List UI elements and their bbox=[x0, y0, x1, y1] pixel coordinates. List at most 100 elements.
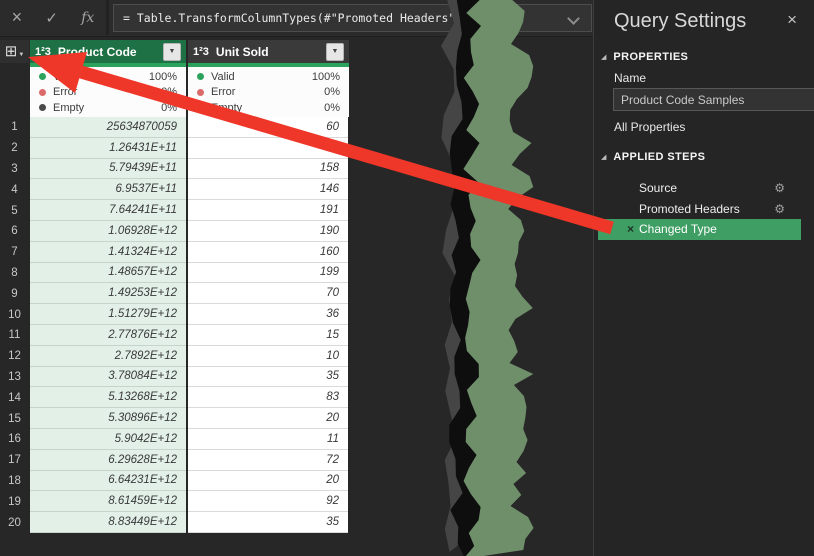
unit-sold-cell[interactable]: 72 bbox=[188, 450, 348, 471]
formula-toolbar-buttons: × ✓ fx bbox=[0, 0, 109, 35]
quality-value: 100% bbox=[149, 71, 177, 83]
row-number[interactable]: 15 bbox=[0, 408, 29, 429]
row-number[interactable]: 3 bbox=[0, 159, 29, 180]
product-code-cell[interactable]: 25634870059 bbox=[30, 117, 186, 138]
unit-sold-cell[interactable]: 36 bbox=[188, 304, 348, 325]
applied-steps-list: Source ⚙ Promoted Headers ⚙ × Changed Ty… bbox=[598, 178, 801, 240]
name-label: Name bbox=[614, 71, 646, 85]
product-code-cell[interactable]: 1.48657E+12 bbox=[30, 263, 186, 284]
product-code-cell[interactable]: 5.9042E+12 bbox=[30, 429, 186, 450]
unit-sold-cell[interactable]: 11 bbox=[188, 429, 348, 450]
row-number[interactable]: 17 bbox=[0, 450, 29, 471]
row-number[interactable]: 19 bbox=[0, 491, 29, 512]
unit-sold-cell[interactable]: 35 bbox=[188, 367, 348, 388]
product-code-cell[interactable]: 6.29628E+12 bbox=[30, 450, 186, 471]
column-quality-stats-unit-sold: Valid 100% Error 0% Empty 0% bbox=[188, 67, 349, 117]
panel-title: Query Settings bbox=[614, 10, 746, 33]
column-filter-dropdown[interactable]: ▼ bbox=[326, 43, 344, 61]
row-number[interactable]: 10 bbox=[0, 304, 29, 325]
quality-error-row: Error 0% bbox=[188, 85, 349, 101]
product-code-cell[interactable]: 8.83449E+12 bbox=[30, 512, 186, 533]
row-number[interactable]: 1 bbox=[0, 117, 29, 138]
product-code-cell[interactable]: 7.64241E+11 bbox=[30, 200, 186, 221]
row-number[interactable]: 8 bbox=[0, 263, 29, 284]
product-code-cell[interactable]: 2.77876E+12 bbox=[30, 325, 186, 346]
product-code-cell[interactable]: 1.06928E+12 bbox=[30, 221, 186, 242]
row-number[interactable]: 5 bbox=[0, 200, 29, 221]
column-filter-dropdown[interactable]: ▼ bbox=[163, 43, 181, 61]
product-code-cell[interactable]: 3.78084E+12 bbox=[30, 367, 186, 388]
product-code-cell[interactable]: 2.7892E+12 bbox=[30, 346, 186, 367]
unit-sold-cell[interactable]: 70 bbox=[188, 283, 348, 304]
applied-step-changed-type[interactable]: × Changed Type bbox=[598, 219, 801, 240]
row-number[interactable]: 7 bbox=[0, 242, 29, 263]
product-code-cell[interactable]: 5.13268E+12 bbox=[30, 387, 186, 408]
product-code-cell[interactable]: 6.9537E+11 bbox=[30, 179, 186, 200]
row-number[interactable]: 12 bbox=[0, 346, 29, 367]
applied-steps-section-header[interactable]: ◢ APPLIED STEPS bbox=[601, 151, 705, 163]
product-code-cell[interactable]: 5.30896E+12 bbox=[30, 408, 186, 429]
unit-sold-cell[interactable]: 160 bbox=[188, 242, 348, 263]
product-code-cell[interactable]: 5.79439E+11 bbox=[30, 159, 186, 180]
quality-value: 100% bbox=[312, 71, 340, 83]
unit-sold-cell[interactable]: 20 bbox=[188, 138, 348, 159]
applied-step-source[interactable]: Source ⚙ bbox=[598, 178, 801, 199]
unit-sold-cell[interactable]: 20 bbox=[188, 408, 348, 429]
formula-input[interactable]: = Table.TransformColumnTypes(#"Promoted … bbox=[113, 4, 592, 32]
product-code-cell[interactable]: 1.51279E+12 bbox=[30, 304, 186, 325]
cancel-icon[interactable]: × bbox=[12, 7, 23, 28]
unit-sold-cell[interactable]: 92 bbox=[188, 491, 348, 512]
unit-sold-cell[interactable]: 10 bbox=[188, 346, 348, 367]
properties-section-header[interactable]: ◢ PROPERTIES bbox=[601, 51, 688, 63]
product-code-cell[interactable]: 1.49253E+12 bbox=[30, 283, 186, 304]
row-number[interactable]: 6 bbox=[0, 221, 29, 242]
unit-sold-cell[interactable]: 35 bbox=[188, 512, 348, 533]
table-corner-button[interactable]: ⊞ ▼ bbox=[0, 40, 29, 63]
product-code-cell[interactable]: 6.64231E+12 bbox=[30, 471, 186, 492]
quality-label: Valid bbox=[53, 71, 77, 83]
column-header-unit-sold[interactable]: 1²3 Unit Sold ▼ bbox=[188, 40, 349, 63]
commit-check-icon[interactable]: ✓ bbox=[45, 9, 58, 27]
row-number[interactable]: 14 bbox=[0, 387, 29, 408]
table-row: 20 8.83449E+12 35 bbox=[0, 512, 349, 533]
unit-sold-cell[interactable]: 15 bbox=[188, 325, 348, 346]
delete-step-icon[interactable]: × bbox=[627, 222, 634, 236]
column-header-product-code[interactable]: 1²3 Product Code ▼ bbox=[30, 40, 186, 63]
gear-icon[interactable]: ⚙ bbox=[774, 181, 785, 195]
table-row: 1 25634870059 60 bbox=[0, 117, 349, 138]
product-code-cell[interactable]: 8.61459E+12 bbox=[30, 491, 186, 512]
product-code-cell[interactable]: 1.41324E+12 bbox=[30, 242, 186, 263]
unit-sold-cell[interactable]: 191 bbox=[188, 200, 348, 221]
unit-sold-cell[interactable]: 83 bbox=[188, 387, 348, 408]
row-number[interactable]: 2 bbox=[0, 138, 29, 159]
unit-sold-cell[interactable]: 199 bbox=[188, 263, 348, 284]
table-row: 13 3.78084E+12 35 bbox=[0, 367, 349, 388]
table-row: 2 1.26431E+11 20 bbox=[0, 138, 349, 159]
unit-sold-cell[interactable]: 158 bbox=[188, 159, 348, 180]
gear-icon[interactable]: ⚙ bbox=[774, 202, 785, 216]
table-row: 14 5.13268E+12 83 bbox=[0, 387, 349, 408]
quality-label: Error bbox=[211, 86, 235, 98]
row-number[interactable]: 18 bbox=[0, 471, 29, 492]
query-name-input[interactable]: Product Code Samples bbox=[613, 88, 814, 111]
formula-expand-chevron-icon[interactable] bbox=[567, 12, 580, 25]
row-number[interactable]: 4 bbox=[0, 179, 29, 200]
fx-add-step-icon[interactable]: fx bbox=[81, 10, 94, 26]
unit-sold-cell[interactable]: 190 bbox=[188, 221, 348, 242]
product-code-cell[interactable]: 1.26431E+11 bbox=[30, 138, 186, 159]
applied-step-promoted-headers[interactable]: Promoted Headers ⚙ bbox=[598, 199, 801, 220]
quality-label: Empty bbox=[211, 102, 242, 114]
row-number[interactable]: 16 bbox=[0, 429, 29, 450]
row-number[interactable]: 11 bbox=[0, 325, 29, 346]
all-properties-link[interactable]: All Properties bbox=[614, 120, 685, 134]
unit-sold-cell[interactable]: 20 bbox=[188, 471, 348, 492]
formula-text: = Table.TransformColumnTypes(#"Promoted … bbox=[114, 11, 497, 25]
unit-sold-cell[interactable]: 146 bbox=[188, 179, 348, 200]
quality-value: 0% bbox=[324, 86, 340, 98]
row-number[interactable]: 13 bbox=[0, 367, 29, 388]
table-grid-icon: ⊞ bbox=[5, 44, 18, 59]
row-number[interactable]: 9 bbox=[0, 283, 29, 304]
row-number[interactable]: 20 bbox=[0, 512, 29, 533]
close-icon[interactable]: × bbox=[787, 11, 797, 28]
unit-sold-cell[interactable]: 60 bbox=[188, 117, 348, 138]
